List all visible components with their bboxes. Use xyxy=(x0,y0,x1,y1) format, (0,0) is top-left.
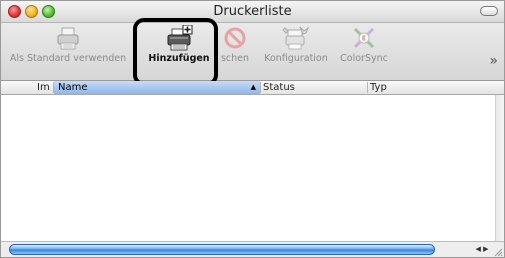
delete-icon xyxy=(224,27,246,49)
toolbar: Als Standard verwenden Hinzufügen schen … xyxy=(1,23,504,81)
colorsync-button[interactable]: ColorSync xyxy=(336,25,392,64)
configure-printer-label: Konfiguration xyxy=(264,53,328,64)
horizontal-scrollbar[interactable]: ◀ ▶ xyxy=(1,241,504,257)
window-title: Druckerliste xyxy=(213,4,292,19)
table-header: Im Name ▲ Status Typ xyxy=(1,81,504,95)
delete-printer-label: schen xyxy=(220,53,250,64)
colorsync-label: ColorSync xyxy=(340,53,388,64)
horizontal-scroll-thumb[interactable] xyxy=(9,244,435,255)
set-default-label: Als Standard verwenden xyxy=(9,53,127,64)
column-header-type[interactable]: Typ xyxy=(370,81,490,94)
vertical-scrollbar[interactable] xyxy=(495,95,504,241)
configure-icon xyxy=(282,26,310,50)
delete-printer-button[interactable]: schen xyxy=(216,25,254,64)
sort-ascending-icon: ▲ xyxy=(250,83,256,91)
column-header-default[interactable]: Im xyxy=(37,81,53,94)
column-header-name[interactable]: Name ▲ xyxy=(54,81,260,94)
colorsync-icon xyxy=(353,27,375,49)
set-default-button[interactable]: Als Standard verwenden xyxy=(9,25,127,64)
configure-printer-button[interactable]: Konfiguration xyxy=(263,25,329,64)
printer-list-window: Druckerliste Als Standard verwenden Hinz… xyxy=(0,0,505,258)
add-button-highlight-frame xyxy=(133,18,218,86)
column-separator xyxy=(367,82,368,93)
toolbar-toggle-button[interactable] xyxy=(480,6,498,16)
printer-table-body[interactable] xyxy=(1,95,495,241)
column-separator xyxy=(260,82,261,93)
column-header-name-label: Name xyxy=(58,82,88,93)
column-header-status[interactable]: Status xyxy=(263,81,363,94)
default-printer-icon xyxy=(57,27,79,50)
resize-grip-icon[interactable] xyxy=(494,248,503,257)
scroll-arrows[interactable]: ◀ ▶ xyxy=(471,244,493,255)
title-bar[interactable]: Druckerliste xyxy=(1,1,504,23)
toolbar-overflow-chevron[interactable]: » xyxy=(489,53,498,69)
